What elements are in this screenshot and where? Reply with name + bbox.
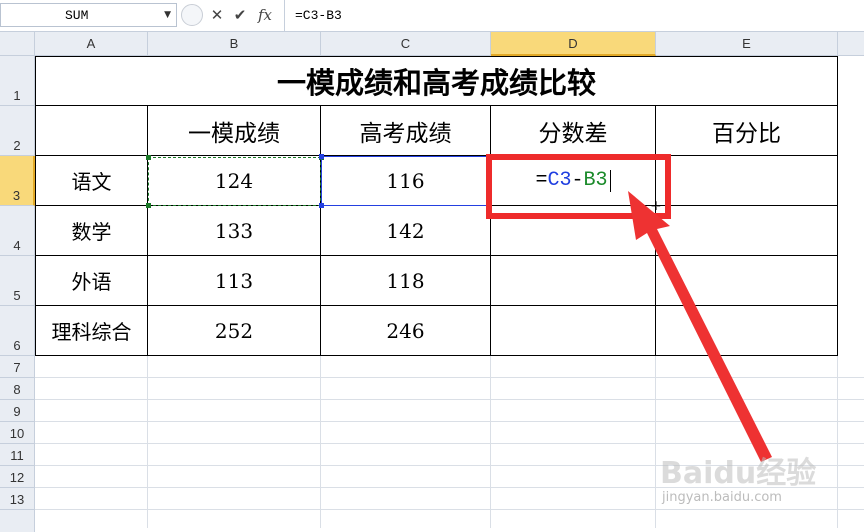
mouse-cursor-icon: ✛ [651,199,662,213]
annotation-arrow-shape [628,191,772,462]
baidu-watermark-logo: Baidu经验 [660,456,817,491]
baidu-watermark-url: jingyan.baidu.com [662,490,782,505]
